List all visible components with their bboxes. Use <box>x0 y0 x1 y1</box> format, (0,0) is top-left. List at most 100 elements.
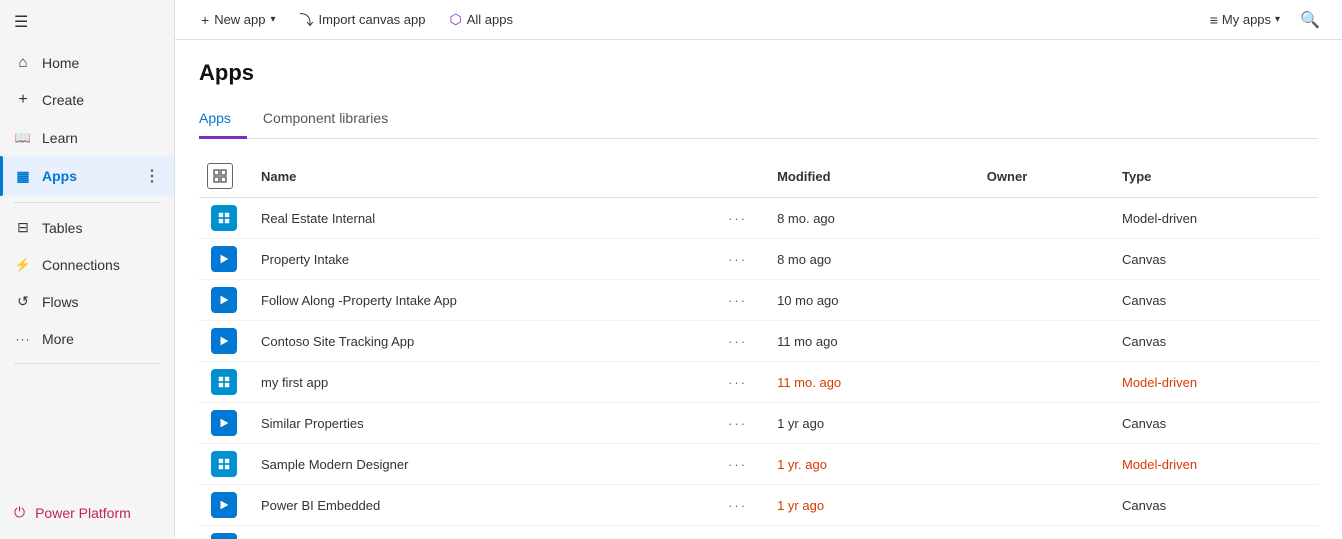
page-title: Apps <box>199 60 1318 86</box>
app-name[interactable]: Contoso Site Tracking App <box>261 334 414 349</box>
row-more-options[interactable]: ··· <box>722 455 753 474</box>
all-apps-button[interactable]: ⬡ All apps <box>439 6 522 33</box>
row-more-options[interactable]: ··· <box>722 291 753 310</box>
sidebar-nav: Home Create Learn Apps ⋮ Tables Connecti… <box>0 44 174 486</box>
sidebar-item-more[interactable]: More <box>0 320 174 357</box>
table-row[interactable]: Power BI Embedded ··· 1 yr ago Canvas <box>199 485 1318 526</box>
row-more-options[interactable]: ··· <box>722 209 753 228</box>
new-app-button[interactable]: + New app ▾ <box>191 7 286 33</box>
row-owner <box>975 526 1110 539</box>
row-icon-cell <box>199 526 249 539</box>
search-button[interactable]: 🔍 <box>1294 6 1326 34</box>
search-icon: 🔍 <box>1300 12 1320 29</box>
import-canvas-button[interactable]: ⤵ Import canvas app <box>290 5 436 35</box>
tab-apps[interactable]: Apps <box>199 102 247 139</box>
row-modified: 1 yr ago <box>765 485 975 526</box>
table-row[interactable]: my first app ··· 11 mo. ago Model-driven <box>199 362 1318 403</box>
row-icon-cell <box>199 403 249 444</box>
app-name[interactable]: Follow Along -Property Intake App <box>261 293 457 308</box>
row-icon-cell <box>199 485 249 526</box>
row-type: Canvas <box>1110 321 1318 362</box>
col-type-header[interactable]: Type <box>1110 155 1318 198</box>
row-more-options[interactable]: ··· <box>722 414 753 433</box>
row-modified: 1 yr ago <box>765 526 975 539</box>
row-more-options[interactable]: ··· <box>722 332 753 351</box>
app-icon <box>211 287 237 313</box>
row-type: Canvas <box>1110 403 1318 444</box>
row-modified: 11 mo. ago <box>765 362 975 403</box>
column-select-icon[interactable] <box>207 163 233 189</box>
table-header: Name Modified Owner Type <box>199 155 1318 198</box>
sidebar-item-flows[interactable]: Flows <box>0 283 174 320</box>
app-icon <box>211 369 237 395</box>
apps-icon <box>14 168 32 185</box>
toolbar-right: ≡ My apps ▾ 🔍 <box>1204 6 1326 34</box>
tabs-bar: Apps Component libraries <box>199 102 1318 139</box>
power-platform-label: Power Platform <box>35 505 131 521</box>
row-owner <box>975 321 1110 362</box>
hamburger-icon[interactable]: ☰ <box>14 12 28 32</box>
sidebar-item-tables[interactable]: Tables <box>0 209 174 246</box>
row-modified: 8 mo ago <box>765 239 975 280</box>
my-apps-button[interactable]: ≡ My apps ▾ <box>1204 8 1286 32</box>
tab-component-libraries[interactable]: Component libraries <box>247 102 404 139</box>
app-name[interactable]: Real Estate Internal <box>261 211 375 226</box>
sidebar: ☰ Home Create Learn Apps ⋮ Tables Connec… <box>0 0 175 539</box>
apps-table: Name Modified Owner Type <box>199 155 1318 539</box>
app-icon <box>211 492 237 518</box>
table-row[interactable]: Similar Properties ··· 1 yr ago Canvas <box>199 403 1318 444</box>
row-type: Canvas <box>1110 485 1318 526</box>
col-owner-header[interactable]: Owner <box>975 155 1110 198</box>
sidebar-item-power-platform[interactable]: Power Platform <box>14 496 160 529</box>
row-more-options[interactable]: ··· <box>722 496 753 515</box>
app-name[interactable]: Property Intake <box>261 252 349 267</box>
sidebar-item-apps[interactable]: Apps ⋮ <box>0 156 174 196</box>
row-modified: 1 yr ago <box>765 403 975 444</box>
sidebar-item-label: Home <box>42 55 79 71</box>
app-name[interactable]: Similar Properties <box>261 416 364 431</box>
new-app-chevron-icon: ▾ <box>271 14 276 25</box>
app-icon <box>211 328 237 354</box>
row-icon-cell <box>199 321 249 362</box>
app-name[interactable]: Power BI Embedded <box>261 498 380 513</box>
app-name[interactable]: Sample Modern Designer <box>261 457 408 472</box>
table-row[interactable]: Sample Modern Designer ··· 1 yr. ago Mod… <box>199 444 1318 485</box>
sidebar-divider-2 <box>14 363 160 364</box>
row-more-options[interactable]: ··· <box>722 250 753 269</box>
row-more-options[interactable]: ··· <box>722 373 753 392</box>
table-row[interactable]: Contoso Site Tracking App ··· 11 mo ago … <box>199 321 1318 362</box>
sidebar-item-label: Flows <box>42 294 79 310</box>
import-label: Import canvas app <box>319 12 426 27</box>
col-name-header[interactable]: Name <box>249 155 710 198</box>
main-content: + New app ▾ ⤵ Import canvas app ⬡ All ap… <box>175 0 1342 539</box>
table-row[interactable]: Follow Along -Property Intake App ··· 10… <box>199 280 1318 321</box>
row-type: Canvas <box>1110 280 1318 321</box>
sidebar-item-more-icon[interactable]: ⋮ <box>144 166 160 186</box>
sidebar-item-home[interactable]: Home <box>0 44 174 81</box>
sidebar-item-create[interactable]: Create <box>0 81 174 119</box>
flows-icon <box>14 293 32 310</box>
sidebar-item-label: Apps <box>42 168 77 184</box>
sidebar-item-label: Connections <box>42 257 120 273</box>
app-name[interactable]: my first app <box>261 375 328 390</box>
row-owner <box>975 362 1110 403</box>
row-options-cell: ··· <box>710 198 765 239</box>
row-type: Model-driven <box>1110 362 1318 403</box>
sidebar-item-learn[interactable]: Learn <box>0 119 174 156</box>
app-icon <box>211 246 237 272</box>
row-name-cell: Follow Along -Property Intake App <box>249 280 710 321</box>
row-owner <box>975 198 1110 239</box>
row-options-cell: ··· <box>710 444 765 485</box>
power-platform-icon <box>14 504 25 521</box>
plus-icon: + <box>201 12 209 28</box>
table-row[interactable]: Real Estate Internal ··· 8 mo. ago Model… <box>199 198 1318 239</box>
row-name-cell: Real Estate Internal <box>249 198 710 239</box>
row-name-cell: Property Intake <box>249 239 710 280</box>
row-icon-cell <box>199 444 249 485</box>
table-row[interactable]: Property Intake ··· 8 mo ago Canvas <box>199 239 1318 280</box>
col-modified-header[interactable]: Modified <box>765 155 975 198</box>
sidebar-item-connections[interactable]: Connections <box>0 246 174 283</box>
col-icon-header <box>199 155 249 198</box>
table-row[interactable]: Sample Real Estate ··· 1 yr ago Canvas <box>199 526 1318 539</box>
row-icon-cell <box>199 239 249 280</box>
